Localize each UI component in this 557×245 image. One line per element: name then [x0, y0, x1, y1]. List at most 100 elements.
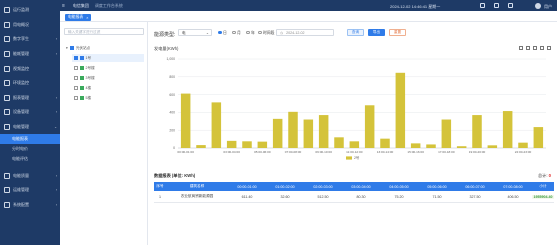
tree-root[interactable]: ▾ 光伏站点 — [66, 44, 90, 52]
sidebar-item-label: 用电概况 — [13, 21, 29, 27]
question-icon[interactable] — [508, 3, 513, 8]
user-avatar-icon[interactable] — [535, 2, 541, 9]
table-cell: 农业航商贸新能源园 — [180, 194, 214, 198]
table-cell: 1955904.40 — [532, 194, 554, 199]
collapse-caret-icon[interactable]: ▾ — [66, 46, 68, 50]
sidebar-item[interactable]: 环境监控 — [0, 76, 60, 91]
query-button[interactable]: 查询 — [347, 29, 364, 36]
device-icon — [4, 109, 10, 116]
tree-node[interactable]: 4楼 — [74, 84, 146, 92]
node-checkbox[interactable] — [74, 76, 78, 80]
zoom-icon[interactable] — [519, 46, 523, 50]
breadcrumb-primary[interactable]: 电信集团 — [73, 3, 89, 9]
table-header: 序号 建筑名称 00:00-01:00 01:00-02:00 02:00-03:00 0… — [154, 182, 554, 191]
bar — [303, 119, 314, 148]
sidebar-item[interactable]: 数字孪生 › — [0, 32, 60, 47]
tree-node[interactable]: 2号楼 — [74, 64, 146, 72]
building-icon — [80, 56, 84, 60]
sidebar-item[interactable]: 电能质量 › — [0, 168, 60, 183]
sidebar-item[interactable]: 系统配置 › — [0, 198, 60, 213]
download-icon[interactable] — [547, 46, 551, 50]
radio-circle-icon — [232, 30, 236, 34]
breadcrumb-secondary[interactable]: 调度工作台系统 — [95, 3, 123, 9]
period-radio[interactable]: 月 — [232, 30, 241, 37]
period-radio[interactable]: 时间段 — [258, 30, 275, 37]
reset-button[interactable]: 重置 — [389, 29, 406, 36]
sidebar-item[interactable]: 报表管理 › — [0, 91, 60, 106]
tree-search-input[interactable]: 输入关键字进行过滤 — [64, 28, 144, 35]
period-label: 时间段 — [263, 31, 275, 35]
line-icon[interactable] — [526, 46, 530, 50]
column-header[interactable]: 07:00-08:00 — [494, 185, 532, 189]
period-radio[interactable]: 年 — [246, 30, 255, 37]
period-label: 月 — [237, 31, 241, 35]
bell-icon[interactable] — [494, 3, 499, 8]
node-checkbox[interactable] — [74, 66, 78, 70]
sidebar-item[interactable]: 视频监控 — [0, 61, 60, 76]
building-icon — [80, 96, 84, 100]
column-header[interactable]: 小计 — [532, 184, 554, 189]
power-icon — [4, 124, 10, 131]
sidebar-subitem[interactable]: 电能报表 — [0, 134, 60, 145]
column-header[interactable]: 05:00-06:00 — [418, 185, 456, 189]
column-header[interactable]: 06:00-07:00 — [456, 185, 494, 189]
restore-icon[interactable] — [540, 46, 544, 50]
sidebar-subitem[interactable]: 分时电价 — [0, 144, 60, 154]
main-content: 能源类型: 电 ⌄ 日月年时间段 ◷ 2024-12-02 查询 导出 重置 发… — [148, 22, 557, 245]
radio-circle-icon — [258, 30, 262, 34]
x-tick-label: 05:00-06:00 — [254, 150, 271, 154]
sidebar: 运行监测用电概况数字孪生 › 能耗管理 › 视频监控环境监控报表管理 › 设备管理 › 电能管理… — [0, 0, 60, 245]
sidebar-item[interactable]: 运维管理 › — [0, 183, 60, 198]
column-header[interactable]: 03:00-04:00 — [342, 185, 380, 189]
column-header[interactable]: 序号 — [154, 184, 166, 189]
sidebar-item[interactable]: 运行监测 — [0, 3, 60, 18]
menu-icon[interactable]: ≡ — [62, 3, 65, 9]
table-cell: 71.50 — [432, 194, 442, 199]
column-header[interactable]: 00:00-01:00 — [228, 185, 266, 189]
y-tick-label: 800 — [169, 75, 175, 79]
tree-node[interactable]: 1号 — [72, 54, 144, 62]
bar — [456, 146, 467, 148]
bar-icon[interactable] — [533, 46, 537, 50]
export-button[interactable]: 导出 — [368, 29, 385, 36]
tree-node[interactable]: 5楼 — [74, 94, 146, 102]
date-picker[interactable]: ◷ 2024-12-02 — [276, 29, 334, 36]
chevron-icon: › — [55, 52, 57, 57]
energy-type-select[interactable]: 电 ⌄ — [178, 29, 212, 36]
column-header[interactable]: 建筑名称 — [166, 184, 228, 189]
tab-energy-report[interactable]: 电能报表 × — [65, 14, 92, 21]
twin-icon — [4, 36, 10, 43]
root-checkbox[interactable] — [69, 46, 74, 50]
column-header[interactable]: 01:00-02:00 — [266, 185, 304, 189]
period-radio[interactable]: 日 — [218, 30, 227, 37]
node-checkbox[interactable] — [74, 96, 78, 100]
bar — [487, 145, 498, 148]
tree-node[interactable]: 3号楼 — [74, 74, 146, 82]
sidebar-item[interactable]: 设备管理 › — [0, 105, 60, 120]
table-cell: 32.60 — [280, 194, 290, 199]
user-name[interactable]: 用户 — [544, 4, 552, 10]
x-tick-label: 11:00-12:00 — [346, 150, 363, 154]
node-checkbox[interactable] — [74, 86, 78, 90]
datetime: 2024-12-02 14:46:41 星期一 — [390, 3, 441, 9]
sidebar-subitem[interactable]: 电能评估 — [0, 154, 60, 164]
bar — [441, 119, 452, 148]
sidebar-item-label: 环境监控 — [13, 80, 29, 86]
sidebar-item[interactable]: 用电概况 — [0, 18, 60, 33]
sidebar-item[interactable]: 电能管理 ⌄ — [0, 120, 60, 135]
dashboard-icon[interactable] — [480, 3, 485, 8]
legend-swatch — [346, 156, 352, 160]
energy-bar-chart: 0 200 400 600 800 1,000 00:00-01:00 03:00-04:00… — [167, 57, 546, 160]
node-checkbox[interactable] — [74, 56, 78, 60]
tab-close-icon[interactable]: × — [86, 16, 88, 20]
tree-node-label: 1号 — [85, 55, 92, 60]
column-header[interactable]: 04:00-05:00 — [380, 185, 418, 189]
data-table: 序号 建筑名称 00:00-01:00 01:00-02:00 02:00-03:00 0… — [154, 182, 554, 203]
table-row[interactable]: 1 农业航商贸新能源园 611.40 32.60 512.50 80.30 75.20 71.… — [154, 191, 554, 203]
bar — [196, 145, 206, 148]
y-tick-label: 600 — [169, 93, 175, 97]
sidebar-item[interactable]: 能耗管理 › — [0, 47, 60, 62]
bar — [334, 137, 344, 148]
column-header[interactable]: 02:00-03:00 — [304, 185, 342, 189]
table-cell: 512.50 — [317, 194, 329, 199]
